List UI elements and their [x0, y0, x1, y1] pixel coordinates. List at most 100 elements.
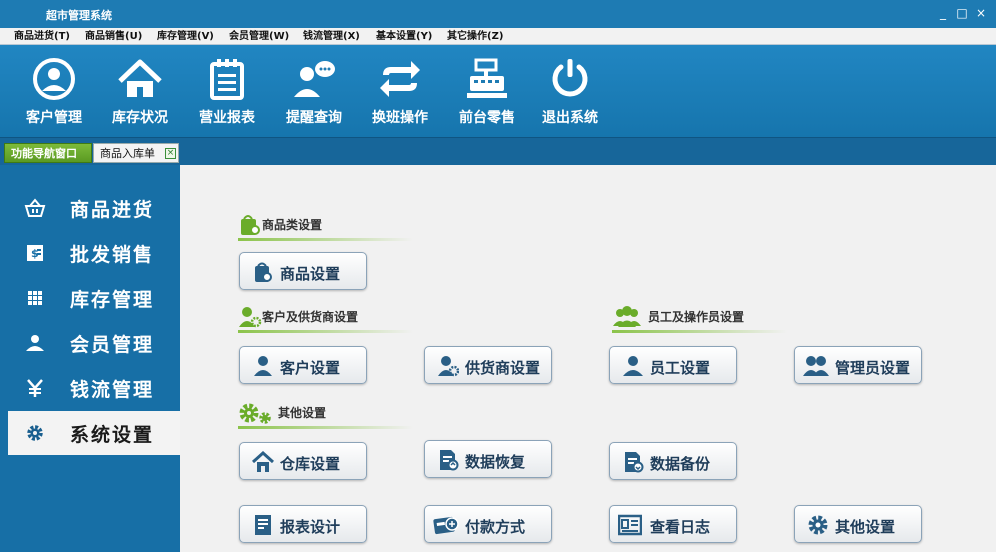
toolbar-shift-button[interactable]: 换班操作 — [359, 45, 441, 137]
other-setting-button[interactable]: 其他设置 — [794, 505, 922, 543]
section-title: 其他设置 — [278, 406, 327, 420]
customer-setting-button[interactable]: 客户设置 — [239, 346, 367, 384]
title-bar: 超市管理系统 _ □ × — [0, 0, 996, 28]
button-label: 管理员设置 — [835, 359, 911, 377]
toolbar-label: 库存状况 — [112, 110, 168, 126]
swap-arrows-icon — [380, 61, 420, 97]
data-backup-button[interactable]: 数据备份 — [609, 442, 737, 480]
user-gear-icon — [438, 356, 459, 377]
section-goods-settings: 商品类设置 — [238, 213, 418, 241]
button-label: 员工设置 — [650, 359, 711, 377]
data-restore-button[interactable]: 数据恢复 — [424, 440, 552, 478]
menu-member[interactable]: 会员管理(W) — [229, 29, 289, 44]
warehouse-setting-button[interactable]: 仓库设置 — [239, 442, 367, 480]
sidebar-item-inventory[interactable]: 库存管理 — [8, 276, 180, 320]
menu-basic-settings[interactable]: 基本设置(Y) — [376, 29, 432, 44]
yen-icon — [27, 379, 43, 397]
toolbar-customer-button[interactable]: 客户管理 — [14, 45, 94, 137]
sidebar-item-label: 库存管理 — [70, 289, 155, 311]
button-label: 数据备份 — [650, 455, 711, 473]
goods-bag-icon — [241, 215, 260, 235]
report-design-button[interactable]: 报表设计 — [239, 505, 367, 543]
menu-other-ops[interactable]: 其它操作(Z) — [447, 29, 503, 44]
notepad-icon — [210, 59, 244, 100]
close-button[interactable]: × — [974, 6, 988, 20]
toolbar: 客户管理 库存状况 营业报表 提醒查询 换班操作 前台零售 退出系统 — [0, 45, 996, 137]
menu-goods-sales[interactable]: 商品销售(U) — [85, 29, 142, 44]
toolbar-report-button[interactable]: 营业报表 — [186, 45, 268, 137]
section-divider — [612, 330, 787, 333]
document-backup-icon — [625, 452, 644, 473]
user-circle-icon — [33, 58, 75, 100]
tab-close-icon[interactable]: × — [165, 148, 176, 159]
sidebar-item-label: 批发销售 — [70, 244, 155, 266]
button-label: 报表设计 — [280, 518, 341, 536]
payment-method-button[interactable]: 付款方式 — [424, 505, 552, 543]
minimize-button[interactable]: _ — [936, 6, 950, 20]
sidebar-item-member[interactable]: 会员管理 — [8, 321, 180, 365]
button-label: 供货商设置 — [465, 359, 541, 377]
button-label: 商品设置 — [280, 265, 341, 283]
section-title: 客户及供货商设置 — [262, 310, 359, 324]
button-label: 数据恢复 — [465, 453, 526, 471]
sidebar-item-purchase[interactable]: 商品进货 — [8, 186, 180, 230]
toolbar-retail-button[interactable]: 前台零售 — [446, 45, 528, 137]
employee-setting-button[interactable]: 员工设置 — [609, 346, 737, 384]
gears-icon — [239, 403, 271, 424]
menu-cashflow[interactable]: 钱流管理(X) — [303, 29, 360, 44]
group-icon — [613, 306, 641, 327]
maximize-button[interactable]: □ — [955, 6, 969, 20]
menu-bar: 商品进货(T) 商品销售(U) 库存管理(V) 会员管理(W) 钱流管理(X) … — [0, 28, 996, 45]
sidebar-item-cashflow[interactable]: 钱流管理 — [8, 366, 180, 410]
supplier-setting-button[interactable]: 供货商设置 — [424, 346, 552, 384]
toolbar-label: 提醒查询 — [286, 110, 342, 126]
toolbar-exit-button[interactable]: 退出系统 — [530, 45, 610, 137]
button-label: 客户设置 — [280, 359, 341, 377]
section-title: 员工及操作员设置 — [648, 310, 745, 324]
power-icon — [552, 59, 588, 97]
settings-panel: 商品类设置 商品设置 客户及供货商设置 员工及操作员设置 客户设置 供货商设置 … — [180, 165, 996, 552]
admin-setting-button[interactable]: 管理员设置 — [794, 346, 922, 384]
section-divider — [238, 238, 413, 241]
button-label: 付款方式 — [465, 518, 526, 536]
person-icon — [254, 356, 272, 376]
sidebar-item-wholesale[interactable]: $ 批发销售 — [8, 231, 180, 275]
toolbar-inventory-button[interactable]: 库存状况 — [100, 45, 180, 137]
view-log-button[interactable]: 查看日志 — [609, 505, 737, 543]
section-divider — [238, 426, 413, 429]
toolbar-label: 营业报表 — [199, 110, 255, 126]
tab-goods-receipt[interactable]: 商品入库单 × — [93, 143, 179, 163]
grid-icon — [28, 291, 42, 305]
section-title: 商品类设置 — [262, 218, 323, 232]
section-staff-operator: 员工及操作员设置 — [612, 305, 812, 333]
sidebar: 商品进货 $ 批发销售 库存管理 会员管理 钱流管理 系统设置 — [0, 165, 180, 552]
tab-label: 功能导航窗口 — [11, 147, 77, 160]
menu-goods-purchase[interactable]: 商品进货(T) — [14, 29, 70, 44]
gear-icon — [27, 425, 43, 441]
menu-inventory[interactable]: 库存管理(V) — [157, 29, 214, 44]
dollar-card-icon: $ — [27, 245, 43, 261]
user-gear-icon — [239, 307, 262, 328]
button-label: 其他设置 — [835, 518, 896, 536]
toolbar-label: 换班操作 — [372, 110, 428, 126]
person-icon — [623, 356, 643, 376]
sidebar-item-label: 钱流管理 — [70, 379, 155, 401]
sidebar-item-label: 会员管理 — [70, 334, 155, 356]
document-restore-icon — [440, 450, 459, 471]
tab-strip: 功能导航窗口 商品入库单 × — [0, 137, 996, 165]
section-divider — [238, 330, 413, 333]
section-customer-supplier: 客户及供货商设置 — [238, 305, 438, 333]
group-icon — [803, 356, 829, 376]
basket-icon — [24, 198, 46, 217]
tab-function-nav[interactable]: 功能导航窗口 — [4, 143, 92, 163]
button-label: 仓库设置 — [280, 455, 341, 473]
person-icon — [26, 335, 44, 351]
house-icon — [118, 59, 162, 97]
cash-register-icon — [467, 58, 507, 98]
gear-icon — [808, 515, 828, 535]
tab-label: 商品入库单 — [100, 147, 155, 160]
goods-setting-button[interactable]: 商品设置 — [239, 252, 367, 290]
sidebar-item-label: 系统设置 — [70, 424, 155, 446]
toolbar-reminder-button[interactable]: 提醒查询 — [273, 45, 355, 137]
sidebar-item-system-settings[interactable]: 系统设置 — [8, 411, 180, 455]
